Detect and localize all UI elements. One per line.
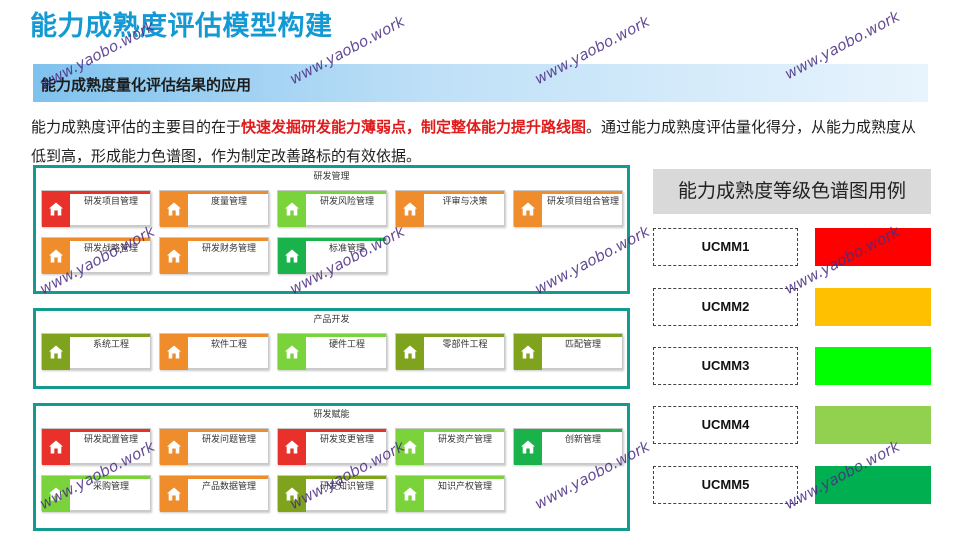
home-icon xyxy=(278,429,306,465)
level-label: UCMM5 xyxy=(701,477,750,492)
group-title: 研发管理 xyxy=(313,172,350,182)
level-label: UCMM3 xyxy=(701,358,750,373)
legend-level-4: UCMM4 xyxy=(653,406,798,444)
home-icon xyxy=(278,191,306,227)
legend-level-3: UCMM3 xyxy=(653,347,798,385)
card-label: 标准管理 xyxy=(328,244,365,254)
card-label: 研发知识管理 xyxy=(319,482,374,492)
card-label: 研发战略管理 xyxy=(83,244,138,254)
home-icon xyxy=(160,476,188,512)
subtitle: 能力成熟度量化评估结果的应用 xyxy=(41,76,252,94)
legend-header: 能力成熟度等级色谱图用例 xyxy=(653,169,931,214)
capability-card: 研发财务管理 xyxy=(159,237,269,274)
level-label: UCMM2 xyxy=(701,299,750,314)
home-icon xyxy=(396,429,424,465)
home-icon xyxy=(514,334,542,370)
legend-level-1: UCMM1 xyxy=(653,228,798,266)
capability-card: 研发配置管理 xyxy=(41,428,151,465)
legend-level-2: UCMM2 xyxy=(653,288,798,326)
home-icon xyxy=(160,334,188,370)
group-product-development: 产品开发 系统工程 软件工程 硬件工程 零部件工程 匹配管理 xyxy=(33,308,630,389)
home-icon xyxy=(42,334,70,370)
capability-card: 标准管理 xyxy=(277,237,387,274)
capability-card: 研发项目管理 xyxy=(41,190,151,227)
capability-card: 研发战略管理 xyxy=(41,237,151,274)
capability-card: 采购管理 xyxy=(41,475,151,512)
card-label: 评审与决策 xyxy=(442,197,488,207)
card-label: 研发项目管理 xyxy=(83,197,138,207)
card-label: 研发变更管理 xyxy=(319,435,374,445)
capability-card: 创新管理 xyxy=(513,428,623,465)
home-icon xyxy=(396,334,424,370)
capability-card: 研发知识管理 xyxy=(277,475,387,512)
legend-swatch-4 xyxy=(815,406,931,444)
card-label: 硬件工程 xyxy=(328,340,365,350)
card-label: 创新管理 xyxy=(564,435,601,445)
card-label: 研发财务管理 xyxy=(201,244,256,254)
intro-highlight: 快速发掘研发能力薄弱点，制定整体能力提升路线图 xyxy=(241,118,587,136)
intro-text-1: 能力成熟度评估的主要目的在于 xyxy=(31,118,242,136)
group-title: 产品开发 xyxy=(313,315,350,325)
capability-card: 软件工程 xyxy=(159,333,269,370)
home-icon xyxy=(42,191,70,227)
subtitle-bar: 能力成熟度量化评估结果的应用 xyxy=(33,64,928,102)
home-icon xyxy=(396,476,424,512)
capability-card: 匹配管理 xyxy=(513,333,623,370)
home-icon xyxy=(160,191,188,227)
group-rd-enablement: 研发赋能 研发配置管理 研发问题管理 研发变更管理 研发资产管理 创新管理采购管理 产品数… xyxy=(33,403,630,531)
legend-swatch-2 xyxy=(815,288,931,326)
card-label: 研发资产管理 xyxy=(437,435,492,445)
page-title: 能力成熟度评估模型构建 xyxy=(30,11,333,42)
card-label: 匹配管理 xyxy=(564,340,601,350)
card-label: 产品数据管理 xyxy=(201,482,256,492)
capability-card: 系统工程 xyxy=(41,333,151,370)
home-icon xyxy=(42,476,70,512)
capability-card: 评审与决策 xyxy=(395,190,505,227)
capability-card: 研发风险管理 xyxy=(277,190,387,227)
capability-card: 研发问题管理 xyxy=(159,428,269,465)
card-label: 研发项目组合管理 xyxy=(547,197,620,207)
card-label: 研发风险管理 xyxy=(319,197,374,207)
capability-card: 研发资产管理 xyxy=(395,428,505,465)
group-rd-management: 研发管理 研发项目管理 度量管理 研发风险管理 评审与决策 研发项目组合管理研发战略管理… xyxy=(33,165,630,294)
group-title: 研发赋能 xyxy=(313,410,350,420)
capability-card: 度量管理 xyxy=(159,190,269,227)
legend-swatch-1 xyxy=(815,228,931,266)
intro-paragraph: 能力成熟度评估的主要目的在于快速发掘研发能力薄弱点，制定整体能力提升路线图。通过… xyxy=(31,113,931,171)
capability-card: 研发项目组合管理 xyxy=(513,190,623,227)
home-icon xyxy=(160,238,188,274)
legend-title: 能力成熟度等级色谱图用例 xyxy=(677,180,906,202)
home-icon xyxy=(42,429,70,465)
level-label: UCMM4 xyxy=(701,417,750,432)
home-icon xyxy=(278,238,306,274)
capability-card: 研发变更管理 xyxy=(277,428,387,465)
home-icon xyxy=(278,334,306,370)
home-icon xyxy=(514,191,542,227)
legend-swatch-5 xyxy=(815,466,931,504)
capability-card: 零部件工程 xyxy=(395,333,505,370)
card-label: 软件工程 xyxy=(210,340,247,350)
capability-card: 产品数据管理 xyxy=(159,475,269,512)
card-label: 度量管理 xyxy=(210,197,247,207)
card-label: 研发问题管理 xyxy=(201,435,256,445)
home-icon xyxy=(160,429,188,465)
legend-swatch-3 xyxy=(815,347,931,385)
card-label: 知识产权管理 xyxy=(437,482,492,492)
home-icon xyxy=(514,429,542,465)
card-label: 采购管理 xyxy=(92,482,129,492)
capability-card: 知识产权管理 xyxy=(395,475,505,512)
level-label: UCMM1 xyxy=(701,239,750,254)
card-label: 研发配置管理 xyxy=(83,435,138,445)
legend-level-5: UCMM5 xyxy=(653,466,798,504)
card-label: 系统工程 xyxy=(92,340,129,350)
card-label: 零部件工程 xyxy=(442,340,488,350)
home-icon xyxy=(42,238,70,274)
capability-card: 硬件工程 xyxy=(277,333,387,370)
home-icon xyxy=(396,191,424,227)
home-icon xyxy=(278,476,306,512)
